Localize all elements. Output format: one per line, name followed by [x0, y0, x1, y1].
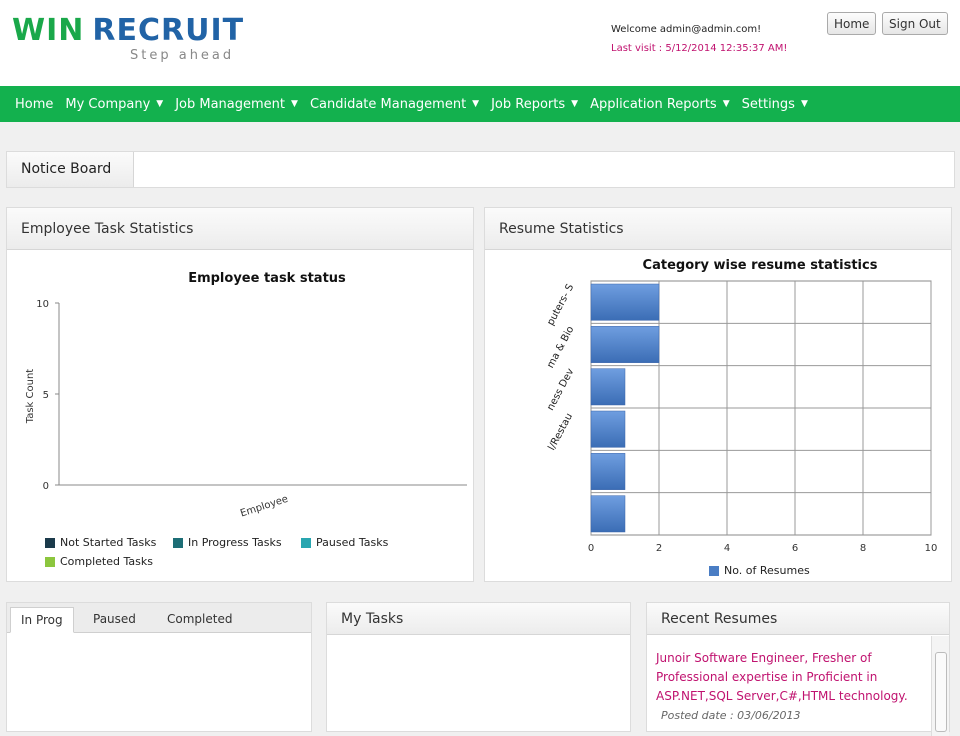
nav-item-label: Job Reports [491, 96, 566, 112]
x-tick-label: 0 [588, 543, 594, 554]
caret-down-icon: ▼ [722, 99, 730, 109]
legend-item[interactable]: No. of Resumes [709, 564, 810, 577]
notice-board-title: Notice Board [7, 152, 134, 187]
nav-item-label: Home [15, 96, 54, 112]
caret-down-icon: ▼ [800, 99, 808, 109]
recent-resume-link[interactable]: Junoir Software Engineer, Fresher of Pro… [656, 649, 924, 706]
x-tick-label: 4 [724, 543, 730, 554]
caret-down-icon: ▼ [472, 99, 480, 109]
nav-item-label: Settings [741, 96, 795, 112]
caret-down-icon: ▼ [571, 99, 579, 109]
tab-in-progress[interactable]: In Prog [10, 607, 74, 633]
legend-item[interactable]: Completed Tasks [45, 555, 153, 568]
employee-task-panel: Employee Task Statistics Employee task s… [6, 207, 474, 582]
legend-label: Not Started Tasks [60, 536, 157, 549]
tab-paused[interactable]: Paused [83, 607, 146, 633]
y-tick-label: l/Restau [546, 412, 575, 453]
legend-item[interactable]: In Progress Tasks [173, 536, 282, 549]
chart-title: Category wise resume statistics [643, 258, 878, 273]
header: WIN RECRUIT Step ahead Welcome admin@admi… [0, 0, 960, 86]
logo-recruit: RECRUIT [92, 13, 245, 48]
welcome-text: Welcome admin@admin.com! [611, 24, 762, 35]
resume-statistics-panel-title: Resume Statistics [485, 208, 951, 250]
recent-resumes-title: Recent Resumes [647, 603, 949, 635]
legend-label: Paused Tasks [316, 536, 389, 549]
employee-task-chart: Employee task status Task Count 0 5 10 Emp… [25, 271, 467, 520]
x-tick-label: 10 [925, 543, 938, 554]
y-tick-label: 10 [36, 299, 49, 310]
resume-statistics-panel: Resume Statistics Category wise resume s… [484, 207, 952, 582]
y-axis-label: Task Count [25, 369, 36, 425]
x-tick-label: Employee [239, 494, 290, 520]
x-tick-label: 2 [656, 543, 662, 554]
legend-item[interactable]: Not Started Tasks [45, 536, 156, 549]
nav-item-label: Application Reports [590, 96, 717, 112]
legend-label: Completed Tasks [60, 555, 153, 568]
y-tick-label: ma & Bio [545, 325, 576, 371]
nav-item-label: My Company [65, 96, 151, 112]
scrollbar[interactable] [931, 636, 949, 736]
legend-swatch [173, 537, 183, 548]
legend-swatch [45, 537, 55, 548]
employee-task-panel-title: Employee Task Statistics [7, 208, 473, 250]
bar[interactable] [590, 283, 660, 321]
tab-completed[interactable]: Completed [157, 607, 242, 633]
bar[interactable] [590, 326, 660, 363]
last-visit-text: Last visit : 5/12/2014 12:35:37 AM! [611, 43, 788, 54]
nav-item-label: Candidate Management [309, 96, 467, 112]
logo-win: WIN [12, 13, 85, 48]
recent-resume-date: Posted date : 03/06/2013 [661, 709, 801, 722]
bar[interactable] [590, 495, 626, 533]
nav-item-job-reports[interactable]: Job Reports ▼ [491, 97, 578, 112]
main-nav: Home My Company ▼ Job Management ▼ Candida… [0, 86, 960, 122]
nav-item-my-company[interactable]: My Company ▼ [65, 97, 163, 112]
welcome-block: Welcome admin@admin.com! Last visit : 5/… [611, 20, 787, 58]
y-tick-label: 5 [43, 390, 49, 401]
y-tick-label: 0 [43, 481, 49, 492]
bar[interactable] [590, 368, 626, 406]
logo-tagline: Step ahead [130, 48, 235, 63]
employee-chart-legend: Not Started Tasks In Progress Tasks Paus… [45, 536, 465, 576]
y-tick-label: ness Dev [545, 367, 576, 413]
my-tasks-panel: My Tasks [326, 602, 631, 732]
bar[interactable] [590, 453, 626, 490]
scroll-thumb[interactable] [935, 652, 947, 732]
legend-label: No. of Resumes [724, 564, 810, 577]
chart-title: Employee task status [188, 271, 346, 286]
task-tabs-panel: In Prog Paused Completed [6, 602, 312, 732]
y-tick-label: puters- S [545, 282, 576, 327]
caret-down-icon: ▼ [291, 99, 298, 109]
x-tick-label: 8 [860, 543, 866, 554]
recent-resume-item: Junoir Software Engineer, Fresher of Pro… [656, 649, 924, 725]
nav-item-job-management[interactable]: Job Management ▼ [175, 97, 298, 112]
legend-label: In Progress Tasks [188, 536, 282, 549]
home-button[interactable]: Home [827, 12, 877, 35]
my-tasks-title: My Tasks [327, 603, 630, 635]
notice-board: Notice Board [6, 151, 955, 188]
caret-down-icon: ▼ [156, 99, 164, 109]
resume-statistics-chart: Category wise resume statistics 0 2 4 6 8 10 … [545, 258, 938, 554]
nav-item-home[interactable]: Home [15, 97, 53, 112]
legend-swatch [301, 537, 311, 548]
recent-resumes-panel: Recent Resumes Junoir Software Engineer,… [646, 602, 950, 736]
legend-swatch [709, 565, 719, 576]
nav-item-label: Job Management [175, 96, 286, 112]
logo[interactable]: WIN RECRUIT Step ahead [12, 13, 245, 64]
sign-out-button[interactable]: Sign Out [882, 12, 948, 35]
nav-item-application-reports[interactable]: Application Reports ▼ [590, 97, 730, 112]
legend-item[interactable]: Paused Tasks [301, 536, 388, 549]
tab-bar: In Prog Paused Completed [7, 603, 311, 633]
x-tick-label: 6 [792, 543, 798, 554]
legend-swatch [45, 556, 55, 567]
bar[interactable] [590, 410, 626, 448]
nav-item-candidate-management[interactable]: Candidate Management ▼ [310, 97, 479, 112]
nav-item-settings[interactable]: Settings ▼ [742, 97, 808, 112]
